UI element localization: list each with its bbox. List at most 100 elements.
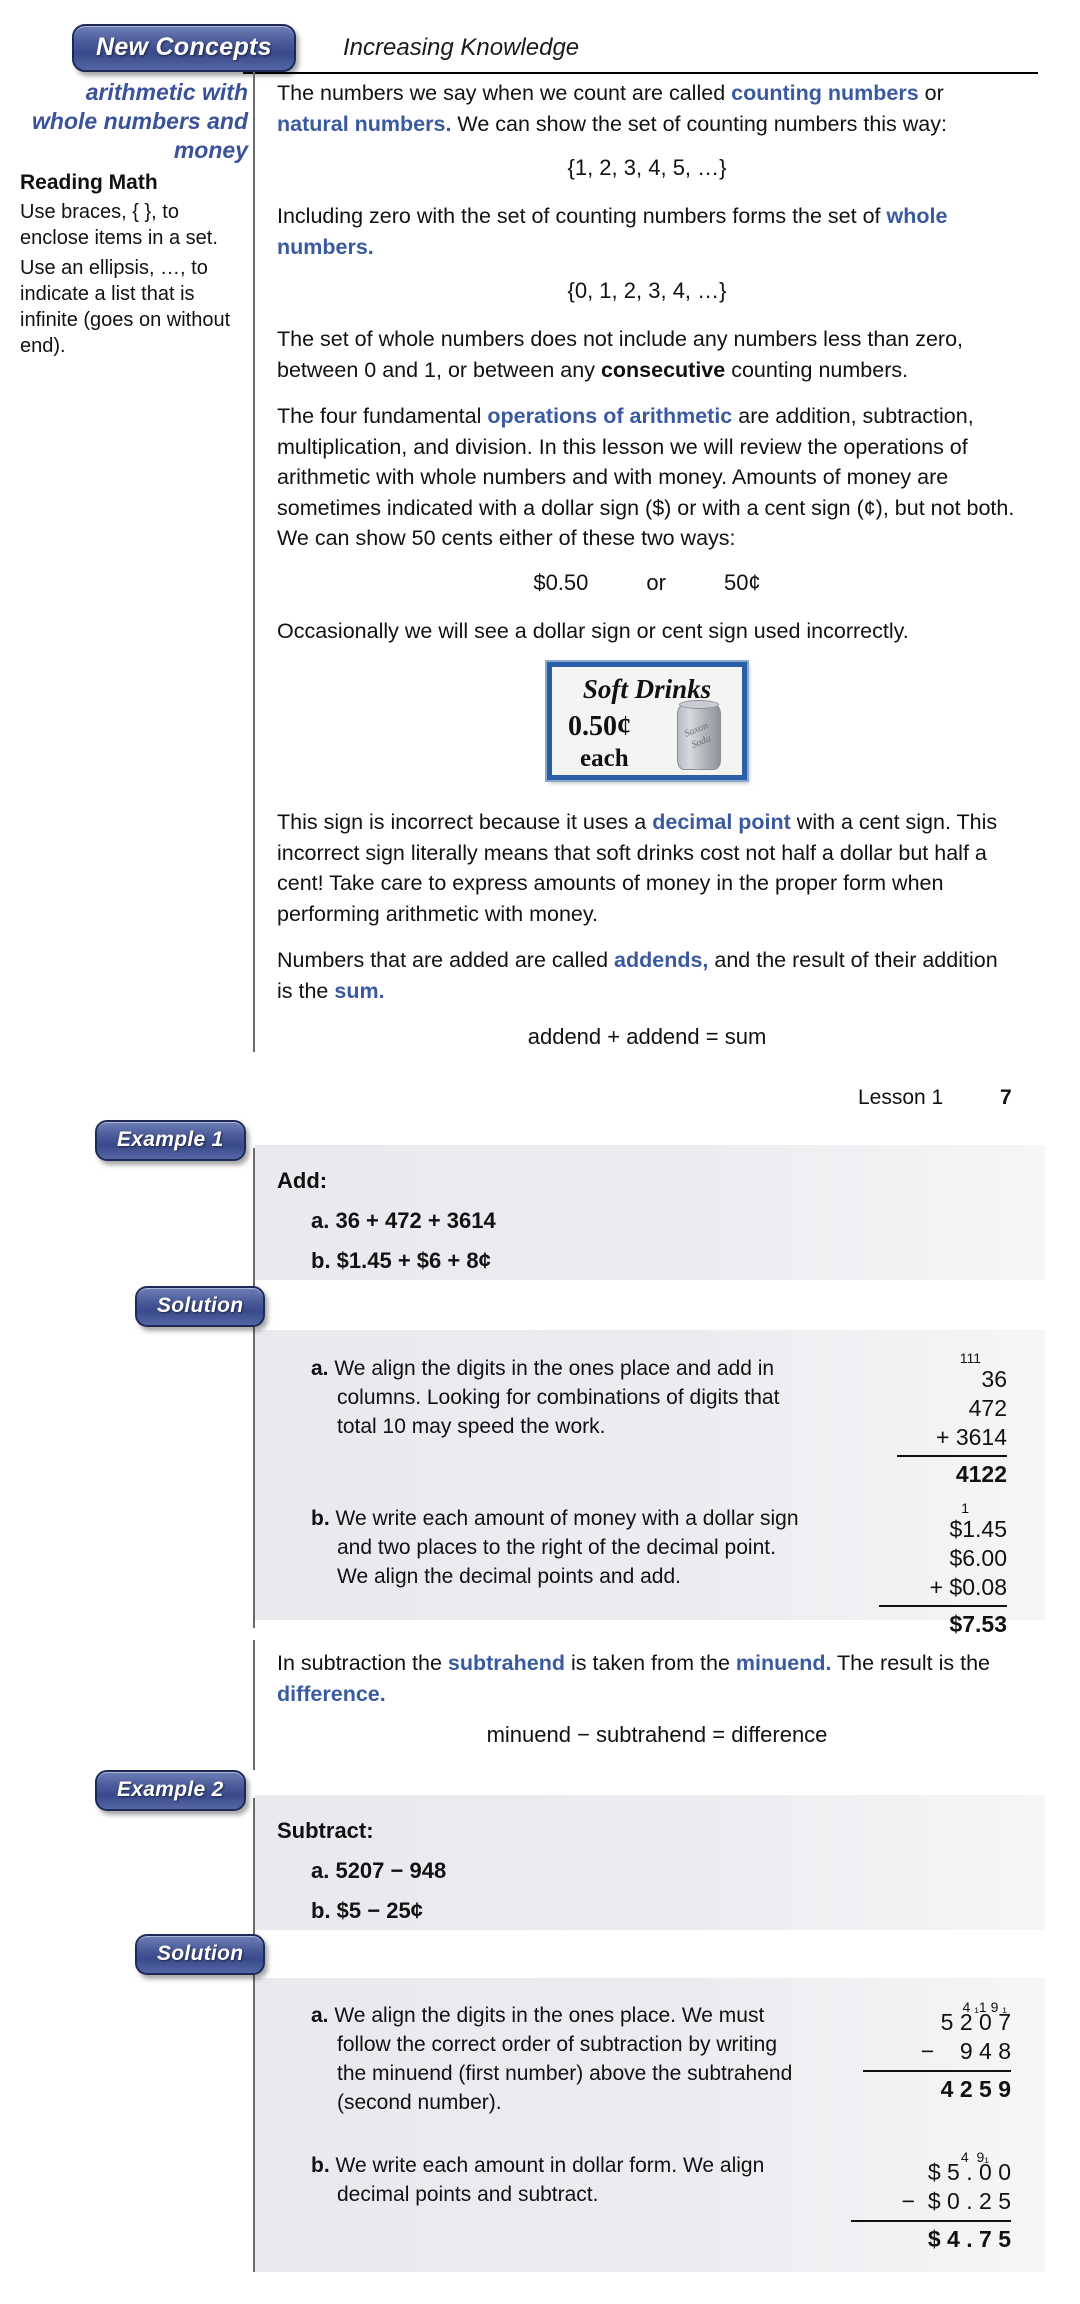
example-1-solution-b: b. We write each amount of money with a … — [277, 1501, 1037, 1645]
set-whole-numbers: {0, 1, 2, 3, 4, …} — [567, 278, 727, 304]
lesson-body: The numbers we say when we count are cal… — [277, 78, 1017, 1070]
subtraction-work-b: 4 9₁ $ 5 . 0 0 − $ 0 . 2 5 $ 4 . 7 5 — [851, 2150, 1011, 2253]
bold-consecutive: consecutive — [600, 357, 726, 382]
difference-rule-b — [851, 2219, 1011, 2222]
sum-rule-a — [897, 1455, 1007, 1458]
text-fragment: This sign is incorrect because it uses a — [277, 810, 653, 835]
keyword-decimal-point: decimal point — [652, 810, 791, 835]
difference-a: 4 2 5 9 — [940, 2075, 1011, 2102]
keyword-minuend: minuend. — [735, 1651, 832, 1675]
subtraction-definition: In subtraction the subtrahend is taken f… — [277, 1648, 1037, 1709]
money-cent-form: 50¢ — [723, 569, 761, 595]
soft-drinks-sign: Soft Drinks 0.50¢ each Saxon Soda — [545, 660, 749, 783]
example-2-solutions: a. We align the digits in the ones place… — [277, 2000, 1037, 2304]
addend-2: 472 — [968, 1394, 1007, 1421]
example-2-solution-b: b. We write each amount in dollar form. … — [277, 2150, 1037, 2282]
reading-math-paragraph-1: Use braces, { }, to enclose items in a s… — [20, 200, 218, 249]
solution-2b-body: We write each amount in dollar form. We … — [335, 2154, 765, 2206]
solution-a-body: We align the digits in the ones place an… — [334, 1357, 780, 1438]
text-fragment: Including zero with the set of counting … — [277, 204, 887, 229]
text-fragment: We can show the set of counting numbers … — [451, 111, 947, 136]
soft-drinks-sign-wrapper: Soft Drinks 0.50¢ each Saxon Soda — [277, 660, 1017, 785]
subtrahend-a-with-operator: − 9 4 8 — [920, 2037, 1011, 2064]
keyword-addends: addends, — [614, 948, 709, 973]
paragraph-operations: The four fundamental operations of arith… — [277, 401, 1017, 554]
example-2-solution-tab[interactable]: Solution — [135, 1934, 266, 1975]
addition-work-a: 111 36 472 + 3614 4122 — [897, 1351, 1007, 1488]
solution-b-label: b. — [311, 1507, 330, 1530]
example-2-solution-a: a. We align the digits in the ones place… — [277, 2000, 1037, 2130]
money-addend-2: $6.00 — [949, 1544, 1007, 1571]
addend-1: 36 — [981, 1366, 1007, 1392]
minuend-a: 5 2 0 7 — [940, 2009, 1011, 2035]
page-header: New Concepts Increasing Knowledge — [0, 12, 1080, 74]
example-2-heading: Subtract: — [277, 1818, 374, 1843]
example-1-item-a: a. 36 + 472 + 3614 — [311, 1208, 496, 1233]
solution-2b-text: b. We write each amount in dollar form. … — [311, 2152, 801, 2210]
example-1-vertical-rule — [253, 1148, 255, 1628]
paragraph-whole-numbers: Including zero with the set of counting … — [277, 201, 1017, 262]
set-counting-numbers: {1, 2, 3, 4, 5, …} — [567, 155, 727, 181]
keyword-sum: sum. — [334, 978, 385, 1003]
money-addend-1: $1.45 — [949, 1516, 1007, 1542]
formula-addition: addend + addend = sum — [527, 1024, 767, 1050]
paragraph-incorrect-usage: Occasionally we will see a dollar sign o… — [277, 618, 909, 643]
example-2-item-b: b. $5 − 25¢ — [311, 1898, 423, 1923]
lesson-label: Lesson 1 — [858, 1086, 944, 1109]
solution-b-text: b. We write each amount of money with a … — [311, 1505, 801, 1592]
sum-a: 4122 — [955, 1461, 1007, 1488]
keyword-subtrahend: subtrahend — [447, 1651, 565, 1675]
soda-can-icon: Saxon Soda — [673, 700, 725, 774]
solution-2a-label: a. — [311, 2004, 329, 2027]
header-subtitle: Increasing Knowledge — [343, 34, 580, 61]
header-divider — [243, 72, 1038, 74]
example-1-item-b: b. $1.45 + $6 + 8¢ — [311, 1248, 491, 1273]
subtrahend-b-with-operator: − $ 0 . 2 5 — [901, 2187, 1011, 2214]
text-fragment: Numbers that are added are called — [277, 948, 615, 973]
paragraph-counting-numbers: The numbers we say when we count are cal… — [277, 78, 1017, 139]
example-1-block: Example 1 Add: a. 36 + 472 + 3614 b. $1.… — [0, 1120, 1080, 1637]
example-1-prompt: Add: a. 36 + 472 + 3614 b. $1.45 + $6 + … — [277, 1168, 1037, 1288]
subtraction-work-a: 4 ₁1 9 ₁ 5 2 0 7 − 9 4 8 4 2 5 9 — [863, 2000, 1011, 2103]
addition-work-b: 1 $1.45 $6.00 + $0.08 $7.53 — [879, 1501, 1007, 1638]
reading-math-heading: Reading Math — [20, 170, 158, 194]
text-fragment: or — [918, 81, 944, 105]
sidebar-vertical-rule — [253, 72, 255, 1052]
carry-digits-b: 1 — [961, 1500, 969, 1516]
paragraph-decimal-point: This sign is incorrect because it uses a… — [277, 807, 1017, 929]
sidebar: arithmetic with whole numbers and money … — [20, 78, 248, 363]
example-2-item-a: a. 5207 − 948 — [311, 1858, 447, 1883]
example-1-solution-a: a. We align the digits in the ones place… — [277, 1351, 1037, 1487]
paragraph-addends: Numbers that are added are called addend… — [277, 945, 1017, 1006]
text-fragment: is taken from the — [565, 1651, 736, 1675]
addend-3-with-operator: + 3614 — [936, 1423, 1007, 1450]
sign-each-label: each — [580, 745, 629, 773]
example-1-heading: Add: — [277, 1168, 328, 1193]
example-2-block: Example 2 Subtract: a. 5207 − 948 b. $5 … — [0, 1770, 1080, 2272]
solution-2a-text: a. We align the digits in the ones place… — [311, 2002, 801, 2118]
keyword-difference: difference. — [277, 1681, 386, 1706]
keyword-natural-numbers: natural numbers. — [277, 111, 452, 136]
solution-2b-label: b. — [311, 2154, 330, 2177]
example-2-vertical-rule — [253, 1798, 255, 2272]
new-concepts-tab[interactable]: New Concepts — [72, 24, 296, 72]
example-1-tab[interactable]: Example 1 — [95, 1120, 246, 1161]
money-sum: $7.53 — [949, 1611, 1007, 1638]
keyword-operations-of-arithmetic: operations of arithmetic — [487, 404, 733, 429]
example-2-tab[interactable]: Example 2 — [95, 1770, 246, 1811]
solution-2a-body: We align the digits in the ones place. W… — [334, 2004, 793, 2114]
text-fragment: The numbers we say when we count are cal… — [277, 81, 732, 105]
page-number: 7 — [1000, 1086, 1012, 1109]
text-fragment: The four fundamental — [277, 404, 488, 429]
example-1-solution-tab[interactable]: Solution — [135, 1286, 266, 1327]
solution-a-label: a. — [311, 1357, 329, 1380]
money-dollar-form: $0.50 — [533, 569, 589, 595]
solution-b-body: We write each amount of money with a dol… — [335, 1507, 799, 1588]
reading-math-paragraph-2: Use an ellipsis, …, to indicate a list t… — [20, 256, 231, 357]
text-fragment: In subtraction the — [277, 1651, 448, 1675]
sidebar-topic-title: arithmetic with whole numbers and money — [32, 79, 248, 163]
sign-price: 0.50¢ — [568, 711, 631, 743]
paragraph-consecutive: The set of whole numbers does not includ… — [277, 324, 1017, 385]
money-addend-3-with-operator: + $0.08 — [929, 1573, 1007, 1600]
formula-subtraction: minuend − subtrahend = difference — [486, 1722, 828, 1747]
